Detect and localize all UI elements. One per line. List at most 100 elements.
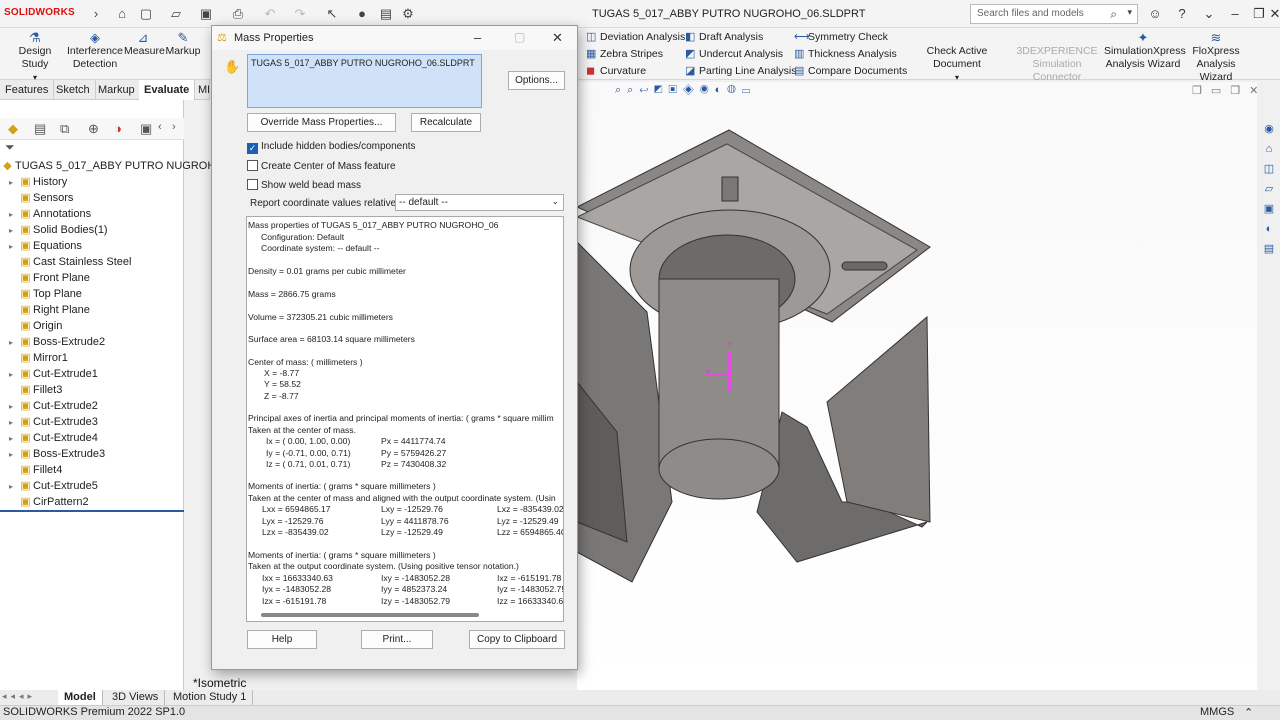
tree-item[interactable]: ▸ ▣ Cut-Extrude1 xyxy=(4,366,188,382)
expand-arrow-icon[interactable]: ▸ xyxy=(4,335,18,351)
solidworks-logo[interactable]: SOLIDWORKS xyxy=(4,7,75,18)
featuremanager-icon[interactable]: ◆ xyxy=(8,121,18,137)
part-model-render[interactable] xyxy=(577,82,1257,690)
tree-item[interactable]: ▣ Cast Stainless Steel xyxy=(4,254,188,270)
checkbox-box[interactable] xyxy=(247,160,258,171)
simulationxpress-button[interactable]: ✦ SimulationXpress Analysis Wizard xyxy=(1104,31,1186,71)
undo-icon[interactable]: ↶ xyxy=(262,6,278,22)
tab-sketch[interactable]: Sketch xyxy=(51,80,96,100)
floxpress-button[interactable]: ≋ FloXpress Analysis Wizard xyxy=(1182,31,1250,84)
dialog-title-bar[interactable]: ⚖ Mass Properties – ▢ ✕ xyxy=(212,26,577,50)
tree-item[interactable]: ▣ Origin xyxy=(4,318,188,334)
rebuild-icon[interactable]: ● xyxy=(354,6,370,22)
tree-item[interactable]: ▸ ▣ Cut-Extrude4 xyxy=(4,430,188,446)
chevron-up-icon[interactable]: ⌃ xyxy=(1244,706,1253,719)
save-icon[interactable]: ▣ xyxy=(198,6,214,22)
custom-properties-icon[interactable]: ▤ xyxy=(1260,240,1278,258)
file-explorer-icon[interactable]: ▱ xyxy=(1260,180,1278,198)
override-mass-properties-button[interactable]: Override Mass Properties... xyxy=(247,113,396,132)
checkmark-icon[interactable]: ✓ xyxy=(247,143,258,154)
display-manager-icon[interactable]: ◑ xyxy=(114,121,122,136)
expand-arrow-icon[interactable]: ▸ xyxy=(4,367,18,383)
tab-model[interactable]: Model xyxy=(58,690,103,705)
expand-arrow-icon[interactable]: ▸ xyxy=(4,415,18,431)
help-icon[interactable]: ? xyxy=(1173,6,1191,21)
tree-item[interactable]: ▸ ▣ History xyxy=(4,174,188,190)
expand-arrow-icon[interactable]: ▸ xyxy=(4,399,18,415)
check-active-document-button[interactable]: Check Active Document ▾ xyxy=(902,45,1012,84)
tree-root[interactable]: ◆ TUGAS 5_017_ABBY PUTRO NUGROH xyxy=(0,158,215,174)
parting-line-analysis-button[interactable]: ◪ Parting Line Analysis xyxy=(685,63,796,79)
search-icon[interactable]: ⌕ xyxy=(1110,7,1117,22)
tree-item[interactable]: ▸ ▣ Equations xyxy=(4,238,188,254)
mass-properties-results[interactable]: Mass properties of TUGAS 5_017_ABBY PUTR… xyxy=(246,216,564,622)
close-icon[interactable]: ✕ xyxy=(1266,6,1280,22)
cam-icon[interactable]: ▣ xyxy=(140,121,152,137)
tree-item[interactable]: ▣ Top Plane xyxy=(4,286,188,302)
show-weld-checkbox[interactable]: Show weld bead mass xyxy=(247,179,361,191)
deviation-analysis-button[interactable]: ◫ Deviation Analysis xyxy=(586,29,685,45)
home-icon[interactable]: ⌂ xyxy=(1260,140,1278,158)
tree-item[interactable]: ▸ ▣ Boss-Extrude2 xyxy=(4,334,188,350)
search-input[interactable]: Search files and models ⌕ ▾ xyxy=(970,4,1138,24)
chevron-left-icon[interactable]: ‹ xyxy=(158,121,162,133)
expand-arrow-icon[interactable]: ▸ xyxy=(4,239,18,255)
tree-item[interactable]: ▣ Sensors xyxy=(4,190,188,206)
tree-item[interactable]: ▣ Mirror1 xyxy=(4,350,188,366)
tab-3d-views[interactable]: 3D Views xyxy=(106,690,166,705)
appearances-icon[interactable]: ◐ xyxy=(1260,220,1278,238)
expand-arrow-icon[interactable]: ▸ xyxy=(4,447,18,463)
include-hidden-checkbox[interactable]: ✓ Include hidden bodies/components xyxy=(247,141,416,154)
file-properties-icon[interactable]: ▤ xyxy=(378,6,394,22)
tab-features[interactable]: Features xyxy=(0,80,55,100)
tab-scroll-arrows[interactable]: ◂◂◂▸ xyxy=(2,691,57,704)
create-com-checkbox[interactable]: Create Center of Mass feature xyxy=(247,160,396,172)
gear-icon[interactable]: ⚙ xyxy=(400,6,416,22)
tree-item[interactable]: ▸ ▣ Annotations xyxy=(4,206,188,222)
tab-markup[interactable]: Markup xyxy=(93,80,141,100)
propertymanager-icon[interactable]: ▤ xyxy=(34,121,46,137)
draft-analysis-button[interactable]: ◧ Draft Analysis xyxy=(685,29,763,45)
options-button[interactable]: Options... xyxy=(508,71,565,90)
tab-mbd[interactable]: MB xyxy=(193,80,210,100)
design-study-button[interactable]: ⚗ Design Study ▾ xyxy=(4,31,66,84)
selected-items-list[interactable]: TUGAS 5_017_ABBY PUTRO NUGROHO_06.SLDPRT xyxy=(247,54,482,108)
markup-button[interactable]: ✎ Markup xyxy=(164,31,202,58)
expand-arrow-icon[interactable]: ▸ xyxy=(4,479,18,495)
tree-item[interactable]: ▸ ▣ Solid Bodies(1) xyxy=(4,222,188,238)
interference-detection-button[interactable]: ◈ Interference Detection xyxy=(66,31,124,71)
tree-item[interactable]: ▣ Fillet4 xyxy=(4,462,188,478)
symmetry-check-button[interactable]: ⟷Symmetry Check xyxy=(794,29,888,45)
selected-item[interactable]: TUGAS 5_017_ABBY PUTRO NUGROHO_06.SLDPRT xyxy=(251,58,475,68)
configurationmanager-icon[interactable]: ⧉ xyxy=(60,121,69,137)
chevron-down-icon[interactable]: ⌄ xyxy=(551,196,559,207)
tree-item[interactable]: ▣ Fillet3 xyxy=(4,382,188,398)
home-icon[interactable]: ⌂ xyxy=(114,6,130,22)
expand-arrow-icon[interactable]: ▸ xyxy=(4,431,18,447)
tab-evaluate[interactable]: Evaluate xyxy=(139,80,196,100)
3dexperience-connector-button[interactable]: 3DEXPERIENCE Simulation Connector xyxy=(1010,45,1104,84)
rollback-bar[interactable] xyxy=(0,510,184,512)
measure-button[interactable]: ⊿ Measure xyxy=(124,31,165,58)
zebra-stripes-button[interactable]: ▦ Zebra Stripes xyxy=(586,46,663,62)
tree-item[interactable]: ▣ Right Plane xyxy=(4,302,188,318)
expand-arrow-icon[interactable]: ▸ xyxy=(4,207,18,223)
coordinate-system-select[interactable]: -- default -- ⌄ xyxy=(395,194,564,211)
view-palette-icon[interactable]: ▣ xyxy=(1260,200,1278,218)
print-icon[interactable]: ⎙ xyxy=(230,6,246,22)
tree-item[interactable]: ▸ ▣ Cut-Extrude5 xyxy=(4,478,188,494)
redo-icon[interactable]: ↷ xyxy=(292,6,308,22)
copy-to-clipboard-button[interactable]: Copy to Clipboard xyxy=(469,630,565,649)
units-indicator[interactable]: MMGS xyxy=(1200,706,1234,718)
chevron-down-icon[interactable]: ⌄ xyxy=(1200,6,1218,22)
compare-documents-button[interactable]: ▤ Compare Documents xyxy=(794,63,907,79)
filter-icon[interactable]: ⏷ xyxy=(5,140,15,155)
tab-motion-study[interactable]: Motion Study 1 xyxy=(167,690,254,705)
dimxpert-icon[interactable]: ⊕ xyxy=(88,121,99,137)
curvature-button[interactable]: ◼ Curvature xyxy=(586,63,646,79)
print-button[interactable]: Print... xyxy=(361,630,433,649)
resources-icon[interactable]: ◉ xyxy=(1260,120,1278,138)
maximize-icon[interactable]: ▢ xyxy=(514,30,525,44)
open-folder-icon[interactable]: ▱ xyxy=(168,6,184,22)
user-icon[interactable]: ☺ xyxy=(1146,6,1164,21)
